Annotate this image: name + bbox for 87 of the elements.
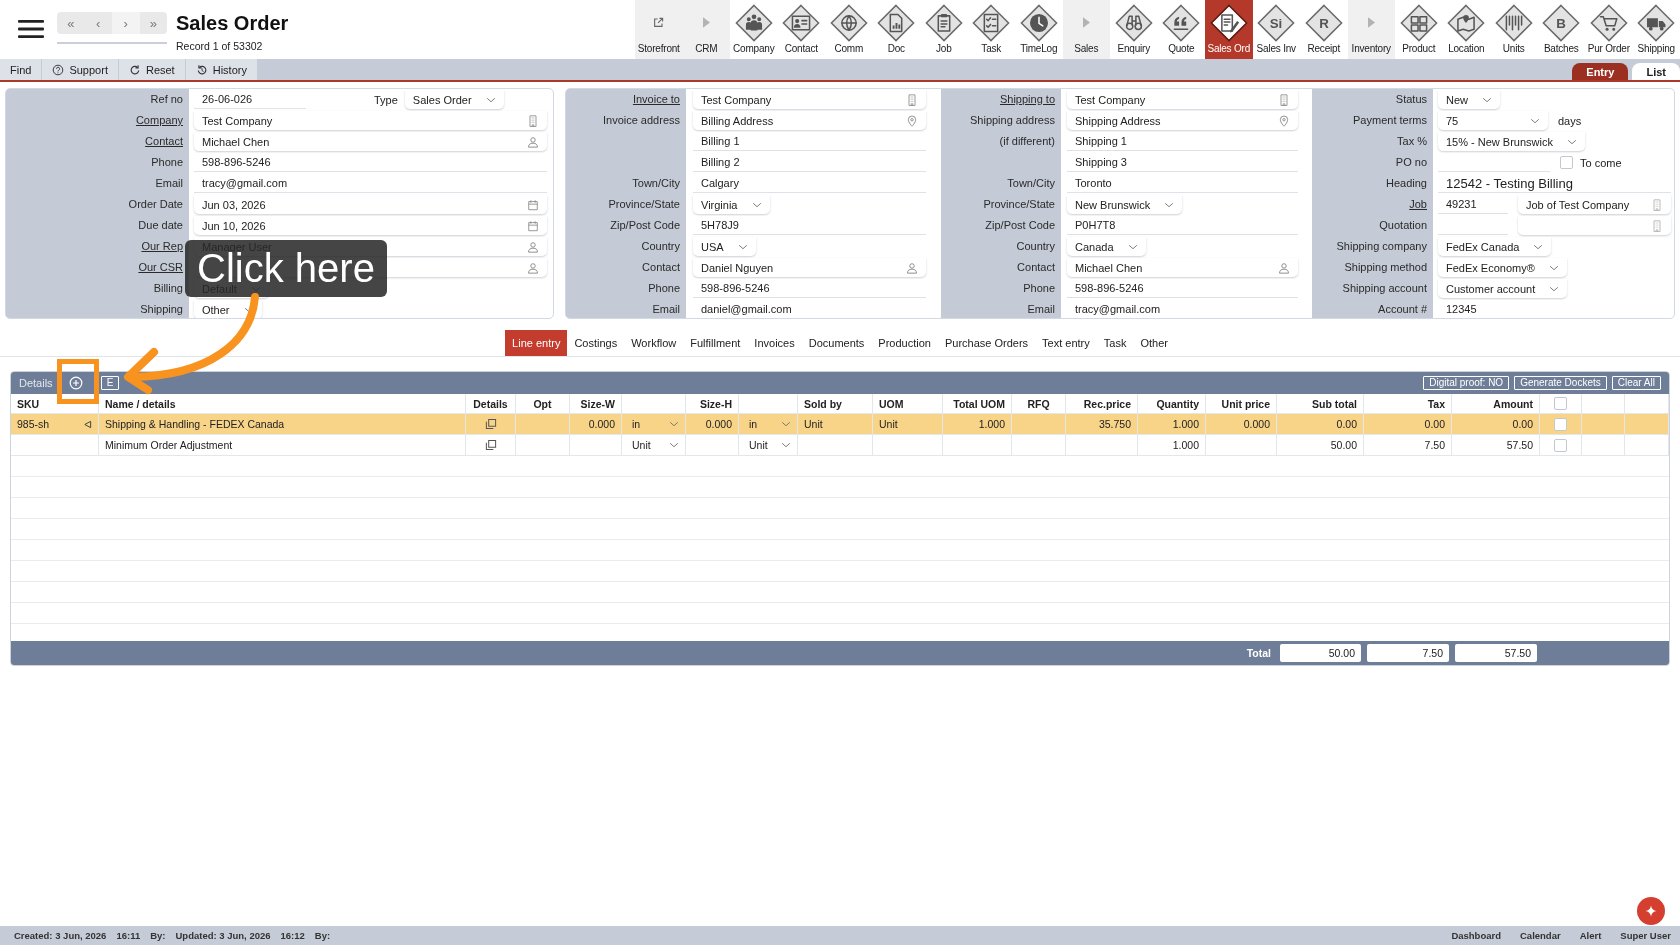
column-header: Sold by xyxy=(804,397,842,410)
field-label: Quotation xyxy=(1379,219,1427,231)
field-label: Tax % xyxy=(1397,135,1427,147)
field-label: Order Date xyxy=(128,198,183,210)
field-label: Due date xyxy=(138,219,183,231)
field-label: Email xyxy=(1027,303,1055,315)
column-header: Size-H xyxy=(699,397,732,410)
field-label: Contact xyxy=(642,261,680,273)
field-label: Phone xyxy=(1023,282,1055,294)
column-header: Quantity xyxy=(1156,397,1199,410)
table-cell: 0.000 xyxy=(588,418,615,430)
field-label: Payment terms xyxy=(1353,114,1427,126)
table-cell: Unit xyxy=(879,418,898,430)
total-field: 7.50 xyxy=(1367,644,1449,662)
field-label: Country xyxy=(1016,240,1055,252)
field-label: Shipping xyxy=(140,303,183,315)
table-cell: 7.50 xyxy=(1424,439,1445,451)
record-counter: Record 1 of 53302 xyxy=(176,40,264,52)
column-header: Total UOM xyxy=(953,397,1005,410)
table-title: Details xyxy=(19,377,53,389)
table-cell: 0.00 xyxy=(1512,418,1533,430)
monogram-icon: Si xyxy=(1257,3,1296,42)
column-header: RFQ xyxy=(1027,397,1050,410)
field-label: Shipping company xyxy=(1336,240,1427,252)
field-label: Phone xyxy=(648,282,680,294)
total-field: 50.00 xyxy=(1280,644,1361,662)
field-label: Contact xyxy=(1017,261,1055,273)
column-header: Amount xyxy=(1493,397,1533,410)
field-label: Email xyxy=(155,177,183,189)
table-cell: Shipping & Handling - FEDEX Canada xyxy=(105,418,285,430)
field-label: Type xyxy=(374,93,398,106)
field-label: Account # xyxy=(1378,303,1427,315)
table-cell: 35.750 xyxy=(1098,418,1131,430)
table-cell: 0.000 xyxy=(705,418,732,430)
page-title: Sales Order xyxy=(176,11,289,35)
field-label: Province/State xyxy=(983,198,1055,210)
status-text: 16:11 xyxy=(116,930,141,941)
status-text: By: xyxy=(150,930,166,941)
field-label: Province/State xyxy=(608,198,680,210)
table-cell: 1.000 xyxy=(1172,439,1199,451)
total-label: Total xyxy=(1246,647,1271,659)
field-label: Town/City xyxy=(1007,177,1055,189)
field-label: (if different) xyxy=(999,135,1055,147)
column-header: Opt xyxy=(533,397,552,410)
table-cell: 57.50 xyxy=(1506,439,1533,451)
field-label: Zip/Post Code xyxy=(610,219,680,231)
field-label: Invoice address xyxy=(602,114,680,126)
table-cell: 985-sh xyxy=(17,418,50,430)
table-cell: Unit xyxy=(804,418,823,430)
table-cell: 0.00 xyxy=(1336,418,1357,430)
monogram-icon: R xyxy=(1304,3,1343,42)
column-header: SKU xyxy=(17,397,40,410)
table-cell: 50.00 xyxy=(1330,439,1357,451)
table-cell: 0.000 xyxy=(1243,418,1270,430)
column-header: Unit price xyxy=(1221,397,1270,410)
table-cell: 0.00 xyxy=(1424,418,1445,430)
field-label: Status xyxy=(1395,93,1427,105)
column-header: Details xyxy=(473,397,508,410)
field-label: Email xyxy=(652,303,680,315)
field-label: Heading xyxy=(1386,177,1427,189)
status-text: 16:12 xyxy=(280,930,305,941)
field-label: Country xyxy=(641,240,680,252)
status-text: Created: 3 Jun, 2026 xyxy=(14,930,107,941)
status-text: By: xyxy=(314,930,331,941)
table-cell: 1.000 xyxy=(1172,418,1199,430)
unit-label: days xyxy=(1558,114,1582,127)
total-field: 57.50 xyxy=(1455,644,1537,662)
field-label: PO no xyxy=(1395,156,1427,168)
field-label: Shipping account xyxy=(1342,282,1427,294)
column-header: Name / details xyxy=(105,397,176,410)
column-header: Sub total xyxy=(1312,397,1357,410)
status-text: Updated: 3 Jun, 2026 xyxy=(175,930,271,941)
column-header: Rec.price xyxy=(1083,397,1131,410)
checkbox-label: To come xyxy=(1580,156,1622,169)
column-header: Size-W xyxy=(580,397,615,410)
field-label: Phone xyxy=(151,156,183,168)
field-label: Billing xyxy=(153,282,183,294)
table-cell: 1.000 xyxy=(978,418,1005,430)
field-label: Shipping method xyxy=(1344,261,1427,273)
field-label: Ref no xyxy=(150,93,183,105)
column-header: UOM xyxy=(879,397,904,410)
field-label: Town/City xyxy=(632,177,680,189)
monogram-icon: B xyxy=(1542,3,1581,42)
column-header: Tax xyxy=(1427,397,1445,410)
field-label: Zip/Post Code xyxy=(985,219,1055,231)
table-cell: Minimum Order Adjustment xyxy=(105,439,233,451)
field-label: Shipping address xyxy=(970,114,1055,126)
